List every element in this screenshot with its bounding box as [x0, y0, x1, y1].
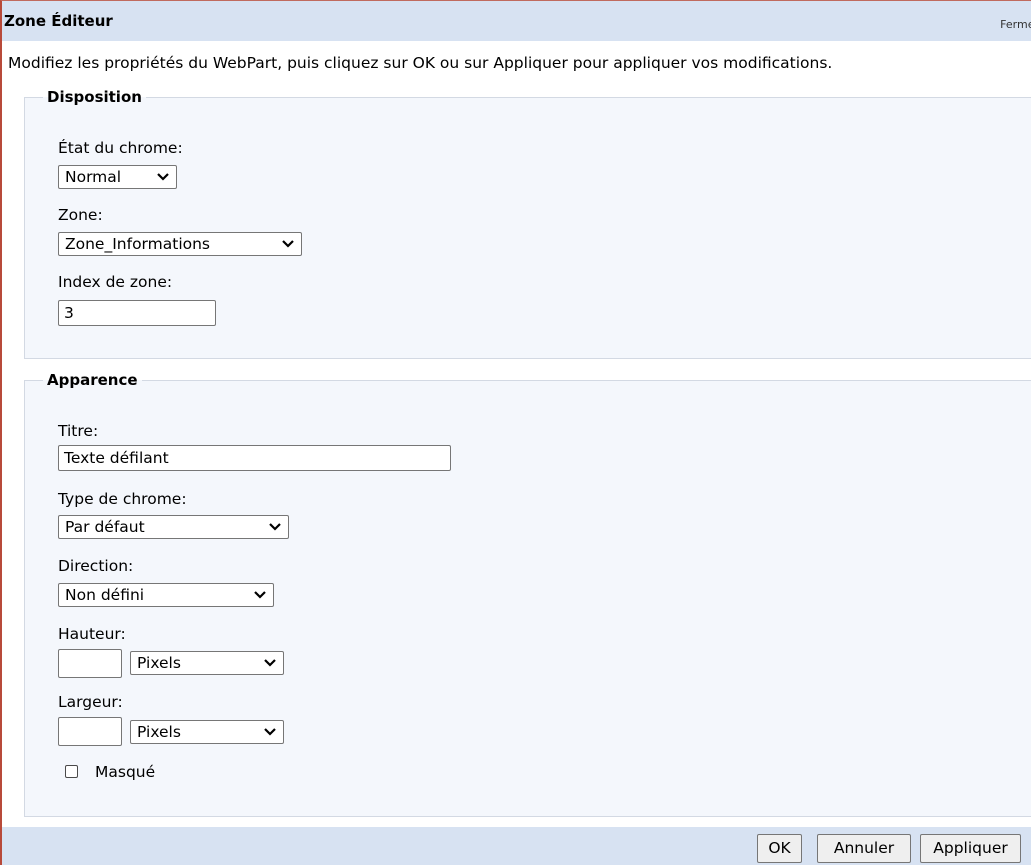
layout-section-legend: Disposition [47, 88, 142, 106]
chevron-down-icon [157, 173, 169, 181]
ok-button[interactable]: OK [757, 834, 802, 863]
chevron-down-icon [282, 240, 294, 248]
chrome-type-value: Par défaut [65, 518, 145, 536]
zone-index-label: Index de zone: [58, 273, 173, 291]
zone-label: Zone: [58, 206, 103, 224]
title-label: Titre: [58, 422, 99, 440]
instructions-text: Modifiez les propriétés du WebPart, puis… [8, 54, 833, 72]
hidden-checkbox[interactable] [65, 765, 78, 778]
apply-button[interactable]: Appliquer [920, 834, 1021, 863]
zone-select[interactable]: Zone_Informations [58, 232, 302, 256]
width-unit-select[interactable]: Pixels [130, 720, 284, 744]
chevron-down-icon [254, 591, 266, 599]
height-input[interactable] [58, 649, 122, 678]
editor-zone-panel: Zone Éditeur Fermer Modifiez les proprié… [0, 0, 1031, 865]
chrome-state-value: Normal [65, 168, 122, 186]
chevron-down-icon [264, 659, 276, 667]
direction-label: Direction: [58, 557, 134, 575]
width-label: Largeur: [58, 693, 123, 711]
height-unit-select[interactable]: Pixels [130, 651, 284, 675]
width-unit-value: Pixels [137, 723, 181, 741]
chrome-type-label: Type de chrome: [58, 490, 187, 508]
height-unit-value: Pixels [137, 654, 181, 672]
width-input[interactable] [58, 717, 122, 746]
close-link[interactable]: Fermer [1000, 18, 1031, 31]
chrome-state-label: État du chrome: [58, 139, 183, 157]
hidden-label: Masqué [95, 763, 156, 781]
direction-select[interactable]: Non défini [58, 583, 274, 607]
chevron-down-icon [264, 728, 276, 736]
direction-value: Non défini [65, 586, 145, 604]
chrome-state-select[interactable]: Normal [58, 165, 177, 189]
zone-value: Zone_Informations [65, 235, 211, 253]
chevron-down-icon [269, 523, 281, 531]
cancel-button[interactable]: Annuler [817, 834, 911, 863]
zone-index-input[interactable]: 3 [58, 300, 216, 326]
panel-header: Zone Éditeur Fermer [2, 1, 1031, 41]
appearance-section-legend: Apparence [47, 371, 138, 389]
height-label: Hauteur: [58, 625, 126, 643]
panel-title: Zone Éditeur [4, 12, 113, 30]
chrome-type-select[interactable]: Par défaut [58, 515, 289, 539]
title-input[interactable]: Texte défilant [58, 445, 451, 471]
